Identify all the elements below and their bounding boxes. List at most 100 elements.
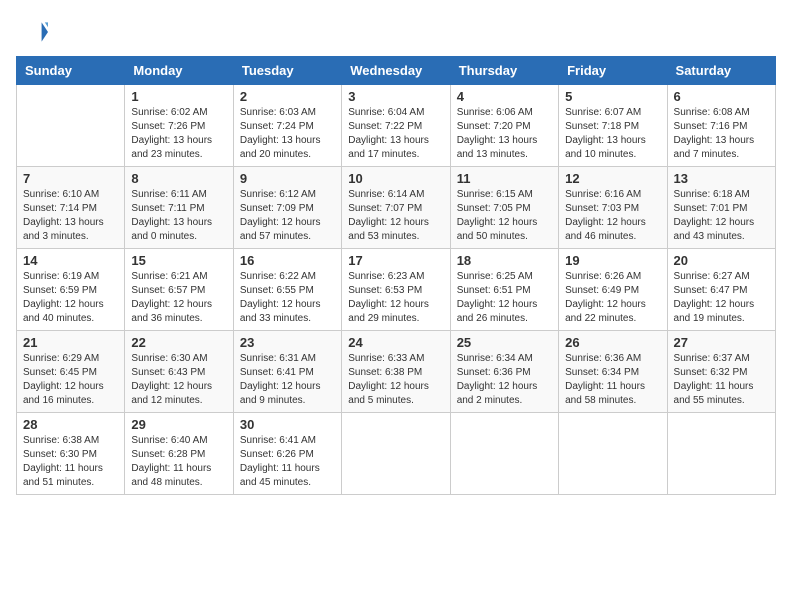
day-info: Sunrise: 6:31 AM Sunset: 6:41 PM Dayligh… (240, 352, 335, 408)
day-info: Sunrise: 6:06 AM Sunset: 7:20 PM Dayligh… (457, 106, 552, 162)
weekday-header-row: SundayMondayTuesdayWednesdayThursdayFrid… (17, 57, 776, 85)
day-cell: 28 Sunrise: 6:38 AM Sunset: 6:30 PM Dayli… (17, 413, 125, 495)
day-number: 22 (131, 335, 226, 350)
day-number: 1 (131, 89, 226, 104)
day-info: Sunrise: 6:21 AM Sunset: 6:57 PM Dayligh… (131, 270, 226, 326)
day-number: 6 (674, 89, 769, 104)
day-info: Sunrise: 6:23 AM Sunset: 6:53 PM Dayligh… (348, 270, 443, 326)
day-info: Sunrise: 6:25 AM Sunset: 6:51 PM Dayligh… (457, 270, 552, 326)
day-number: 17 (348, 253, 443, 268)
day-info: Sunrise: 6:33 AM Sunset: 6:38 PM Dayligh… (348, 352, 443, 408)
day-info: Sunrise: 6:34 AM Sunset: 6:36 PM Dayligh… (457, 352, 552, 408)
day-cell: 27 Sunrise: 6:37 AM Sunset: 6:32 PM Dayli… (667, 331, 775, 413)
day-info: Sunrise: 6:38 AM Sunset: 6:30 PM Dayligh… (23, 434, 118, 490)
day-cell: 2 Sunrise: 6:03 AM Sunset: 7:24 PM Daylig… (233, 85, 341, 167)
day-number: 16 (240, 253, 335, 268)
weekday-header-wednesday: Wednesday (342, 57, 450, 85)
day-number: 30 (240, 417, 335, 432)
day-info: Sunrise: 6:02 AM Sunset: 7:26 PM Dayligh… (131, 106, 226, 162)
day-cell: 29 Sunrise: 6:40 AM Sunset: 6:28 PM Dayli… (125, 413, 233, 495)
day-number: 25 (457, 335, 552, 350)
day-number: 18 (457, 253, 552, 268)
day-cell: 17 Sunrise: 6:23 AM Sunset: 6:53 PM Dayli… (342, 249, 450, 331)
day-number: 5 (565, 89, 660, 104)
day-info: Sunrise: 6:15 AM Sunset: 7:05 PM Dayligh… (457, 188, 552, 244)
weekday-header-tuesday: Tuesday (233, 57, 341, 85)
weekday-header-friday: Friday (559, 57, 667, 85)
day-cell: 16Sunrise: 6:22 AM Sunset: 6:55 PM Dayli… (233, 249, 341, 331)
day-number: 10 (348, 171, 443, 186)
week-row-3: 14 Sunrise: 6:19 AM Sunset: 6:59 PM Dayli… (17, 249, 776, 331)
day-info: Sunrise: 6:30 AM Sunset: 6:43 PM Dayligh… (131, 352, 226, 408)
weekday-header-thursday: Thursday (450, 57, 558, 85)
day-info: Sunrise: 6:16 AM Sunset: 7:03 PM Dayligh… (565, 188, 660, 244)
day-number: 27 (674, 335, 769, 350)
weekday-header-sunday: Sunday (17, 57, 125, 85)
day-cell: 15 Sunrise: 6:21 AM Sunset: 6:57 PM Dayli… (125, 249, 233, 331)
day-info: Sunrise: 6:08 AM Sunset: 7:16 PM Dayligh… (674, 106, 769, 162)
day-number: 20 (674, 253, 769, 268)
day-number: 11 (457, 171, 552, 186)
day-number: 15 (131, 253, 226, 268)
day-number: 3 (348, 89, 443, 104)
day-cell (342, 413, 450, 495)
day-cell: 22 Sunrise: 6:30 AM Sunset: 6:43 PM Dayli… (125, 331, 233, 413)
day-cell (17, 85, 125, 167)
day-cell: 18 Sunrise: 6:25 AM Sunset: 6:51 PM Dayli… (450, 249, 558, 331)
day-info: Sunrise: 6:37 AM Sunset: 6:32 PM Dayligh… (674, 352, 769, 408)
day-cell (559, 413, 667, 495)
day-cell (450, 413, 558, 495)
day-cell (667, 413, 775, 495)
day-info: Sunrise: 6:26 AM Sunset: 6:49 PM Dayligh… (565, 270, 660, 326)
day-number: 12 (565, 171, 660, 186)
day-number: 23 (240, 335, 335, 350)
day-cell: 26 Sunrise: 6:36 AM Sunset: 6:34 PM Dayli… (559, 331, 667, 413)
day-cell: 23 Sunrise: 6:31 AM Sunset: 6:41 PM Dayli… (233, 331, 341, 413)
day-cell: 25 Sunrise: 6:34 AM Sunset: 6:36 PM Dayli… (450, 331, 558, 413)
day-info: Sunrise: 6:03 AM Sunset: 7:24 PM Dayligh… (240, 106, 335, 162)
day-cell: 4 Sunrise: 6:06 AM Sunset: 7:20 PM Daylig… (450, 85, 558, 167)
day-cell: 9Sunrise: 6:12 AM Sunset: 7:09 PM Daylig… (233, 167, 341, 249)
day-info: Sunrise: 6:07 AM Sunset: 7:18 PM Dayligh… (565, 106, 660, 162)
day-number: 21 (23, 335, 118, 350)
day-number: 2 (240, 89, 335, 104)
day-cell: 14 Sunrise: 6:19 AM Sunset: 6:59 PM Dayli… (17, 249, 125, 331)
day-cell: 3Sunrise: 6:04 AM Sunset: 7:22 PM Daylig… (342, 85, 450, 167)
day-info: Sunrise: 6:10 AM Sunset: 7:14 PM Dayligh… (23, 188, 118, 244)
day-info: Sunrise: 6:41 AM Sunset: 6:26 PM Dayligh… (240, 434, 335, 490)
week-row-2: 7 Sunrise: 6:10 AM Sunset: 7:14 PM Daylig… (17, 167, 776, 249)
day-cell: 13Sunrise: 6:18 AM Sunset: 7:01 PM Dayli… (667, 167, 775, 249)
day-cell: 20Sunrise: 6:27 AM Sunset: 6:47 PM Dayli… (667, 249, 775, 331)
day-cell: 12 Sunrise: 6:16 AM Sunset: 7:03 PM Dayli… (559, 167, 667, 249)
day-info: Sunrise: 6:40 AM Sunset: 6:28 PM Dayligh… (131, 434, 226, 490)
day-cell: 24 Sunrise: 6:33 AM Sunset: 6:38 PM Dayli… (342, 331, 450, 413)
day-info: Sunrise: 6:36 AM Sunset: 6:34 PM Dayligh… (565, 352, 660, 408)
day-cell: 8Sunrise: 6:11 AM Sunset: 7:11 PM Daylig… (125, 167, 233, 249)
day-cell: 11 Sunrise: 6:15 AM Sunset: 7:05 PM Dayli… (450, 167, 558, 249)
day-cell: 6 Sunrise: 6:08 AM Sunset: 7:16 PM Daylig… (667, 85, 775, 167)
day-cell: 30 Sunrise: 6:41 AM Sunset: 6:26 PM Dayli… (233, 413, 341, 495)
day-number: 29 (131, 417, 226, 432)
day-info: Sunrise: 6:11 AM Sunset: 7:11 PM Dayligh… (131, 188, 226, 244)
calendar-table: SundayMondayTuesdayWednesdayThursdayFrid… (16, 56, 776, 495)
day-number: 7 (23, 171, 118, 186)
day-cell: 5 Sunrise: 6:07 AM Sunset: 7:18 PM Daylig… (559, 85, 667, 167)
day-cell: 21 Sunrise: 6:29 AM Sunset: 6:45 PM Dayli… (17, 331, 125, 413)
weekday-header-saturday: Saturday (667, 57, 775, 85)
logo-icon (16, 16, 48, 48)
day-number: 24 (348, 335, 443, 350)
day-number: 28 (23, 417, 118, 432)
day-number: 14 (23, 253, 118, 268)
day-info: Sunrise: 6:14 AM Sunset: 7:07 PM Dayligh… (348, 188, 443, 244)
day-cell: 10 Sunrise: 6:14 AM Sunset: 7:07 PM Dayli… (342, 167, 450, 249)
day-number: 13 (674, 171, 769, 186)
week-row-5: 28 Sunrise: 6:38 AM Sunset: 6:30 PM Dayli… (17, 413, 776, 495)
day-cell: 7 Sunrise: 6:10 AM Sunset: 7:14 PM Daylig… (17, 167, 125, 249)
day-info: Sunrise: 6:19 AM Sunset: 6:59 PM Dayligh… (23, 270, 118, 326)
day-number: 4 (457, 89, 552, 104)
day-cell: 1 Sunrise: 6:02 AM Sunset: 7:26 PM Daylig… (125, 85, 233, 167)
day-number: 26 (565, 335, 660, 350)
day-info: Sunrise: 6:29 AM Sunset: 6:45 PM Dayligh… (23, 352, 118, 408)
page-header (16, 16, 776, 48)
day-number: 19 (565, 253, 660, 268)
